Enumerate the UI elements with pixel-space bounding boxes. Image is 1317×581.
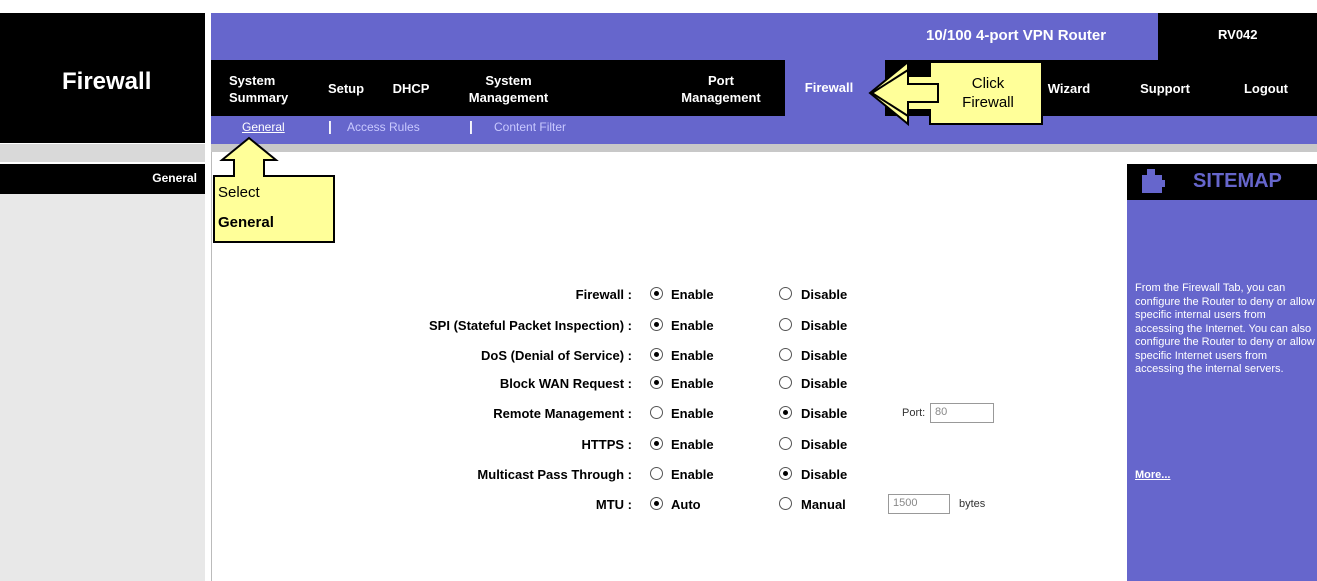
radio-remote-disable[interactable] [779, 406, 792, 419]
radio-mtu-auto[interactable] [650, 497, 663, 510]
title-block: Firewall [0, 13, 205, 143]
left-panel [0, 194, 205, 581]
radio-mtu-manual[interactable] [779, 497, 792, 510]
port-label: Port: [902, 407, 926, 419]
radio-firewall-disable[interactable] [779, 287, 792, 300]
mtu-input[interactable]: 1500 [888, 494, 950, 514]
radio-label: Disable [801, 318, 848, 333]
nav-wizard[interactable]: Wizard [1039, 80, 1099, 97]
subnav-content-filter[interactable]: Content Filter [494, 120, 566, 134]
sitemap-description: From the Firewall Tab, you can configure… [1135, 282, 1315, 375]
field-label: Block WAN Request : [499, 376, 632, 391]
radio-label: Disable [801, 406, 848, 421]
radio-label: Manual [801, 497, 846, 512]
radio-label: Auto [671, 497, 701, 512]
select-general-line2: General [218, 214, 274, 231]
nav-support-label: Support [1140, 81, 1190, 96]
mtu-unit-label: bytes [959, 498, 986, 510]
nav-logout[interactable]: Logout [1231, 80, 1301, 97]
row-https: HTTPS : Enable Disable [212, 434, 1122, 456]
nav-setup[interactable]: Setup [321, 80, 371, 97]
header: 10/100 4-port VPN Router RV042 System Su… [211, 13, 1317, 144]
nav-dhcp[interactable]: DHCP [386, 80, 436, 97]
radio-spi-enable[interactable] [650, 318, 663, 331]
row-block-wan: Block WAN Request : Enable Disable [212, 373, 1122, 395]
section-label-block: General [0, 164, 205, 194]
radio-label: Disable [801, 348, 848, 363]
header-top: 10/100 4-port VPN Router RV042 [211, 13, 1317, 60]
product-name: 10/100 4-port VPN Router [926, 27, 1107, 44]
radio-https-enable[interactable] [650, 437, 663, 450]
row-dos: DoS (Denial of Service) : Enable Disable [212, 345, 1122, 367]
sitemap-header: SITEMAP [1127, 164, 1317, 200]
main-content: Firewall : Enable Disable SPI (Stateful … [211, 152, 1121, 581]
field-label: HTTPS : [581, 437, 632, 452]
radio-label: Disable [801, 376, 848, 391]
radio-label: Disable [801, 287, 848, 302]
field-label: DoS (Denial of Service) : [481, 348, 632, 363]
port-input[interactable]: 80 [930, 403, 994, 423]
row-spi: SPI (Stateful Packet Inspection) : Enabl… [212, 315, 1122, 337]
radio-label: Enable [671, 467, 714, 482]
sitemap-panel: SITEMAP From the Firewall Tab, you can c… [1127, 164, 1317, 581]
radio-firewall-enable[interactable] [650, 287, 663, 300]
radio-label: Enable [671, 318, 714, 333]
nav-system-summary[interactable]: System Summary [229, 72, 309, 106]
field-label: Firewall : [575, 287, 632, 302]
nav-port-management[interactable]: Port Management [666, 72, 776, 106]
nav-system-summary-label: System Summary [229, 73, 289, 105]
nav-firewall-label: Firewall [804, 80, 854, 95]
field-label: SPI (Stateful Packet Inspection) : [429, 318, 632, 333]
row-multicast: Multicast Pass Through : Enable Disable [212, 464, 1122, 486]
radio-label: Enable [671, 406, 714, 421]
model-box: RV042 [1158, 13, 1317, 60]
nav-logout-label: Logout [1243, 81, 1289, 96]
sub-nav: General | Access Rules | Content Filter [211, 116, 1317, 138]
sitemap-more-link[interactable]: More... [1135, 469, 1170, 481]
row-mtu: MTU : Auto Manual 1500 bytes [212, 494, 1122, 516]
nav-system-management[interactable]: System Management [451, 72, 566, 106]
section-label: General [152, 171, 197, 185]
row-remote-management: Remote Management : Enable Disable Port:… [212, 403, 1122, 425]
subnav-separator: | [328, 118, 332, 134]
radio-label: Disable [801, 467, 848, 482]
radio-label: Enable [671, 287, 714, 302]
row-firewall: Firewall : Enable Disable [212, 284, 1122, 306]
field-label: MTU : [595, 497, 632, 512]
radio-multicast-enable[interactable] [650, 467, 663, 480]
page-title: Firewall [62, 68, 152, 95]
nav-setup-label: Setup [327, 81, 365, 96]
radio-block-wan-enable[interactable] [650, 376, 663, 389]
sitemap-title: SITEMAP [1193, 170, 1282, 192]
nav-support[interactable]: Support [1135, 80, 1195, 97]
radio-label: Enable [671, 348, 714, 363]
header-divider [211, 144, 1317, 152]
radio-spi-disable[interactable] [779, 318, 792, 331]
subnav-access-rules[interactable]: Access Rules [347, 120, 420, 134]
radio-dos-enable[interactable] [650, 348, 663, 361]
radio-multicast-disable[interactable] [779, 467, 792, 480]
radio-block-wan-disable[interactable] [779, 376, 792, 389]
subnav-general[interactable]: General [242, 120, 285, 134]
field-label: Remote Management : [493, 406, 632, 421]
radio-label: Enable [671, 376, 714, 391]
left-divider [0, 144, 205, 162]
model-name: RV042 [1218, 27, 1258, 42]
nav-dhcp-label: DHCP [392, 81, 430, 96]
nav-system-management-label: System Management [468, 73, 549, 105]
radio-remote-enable[interactable] [650, 406, 663, 419]
subnav-separator: | [469, 118, 473, 134]
radio-dos-disable[interactable] [779, 348, 792, 361]
radio-https-disable[interactable] [779, 437, 792, 450]
main-nav: System Summary Setup DHCP System Managem… [211, 60, 1317, 116]
nav-port-management-label: Port Management [681, 73, 761, 105]
radio-label: Enable [671, 437, 714, 452]
field-label: Multicast Pass Through : [477, 467, 632, 482]
radio-label: Disable [801, 437, 848, 452]
nav-wizard-label: Wizard [1047, 81, 1091, 96]
click-firewall-text: Click Firewall [962, 75, 1014, 111]
select-general-line1: Select [218, 184, 260, 201]
puzzle-icon [1142, 169, 1165, 193]
